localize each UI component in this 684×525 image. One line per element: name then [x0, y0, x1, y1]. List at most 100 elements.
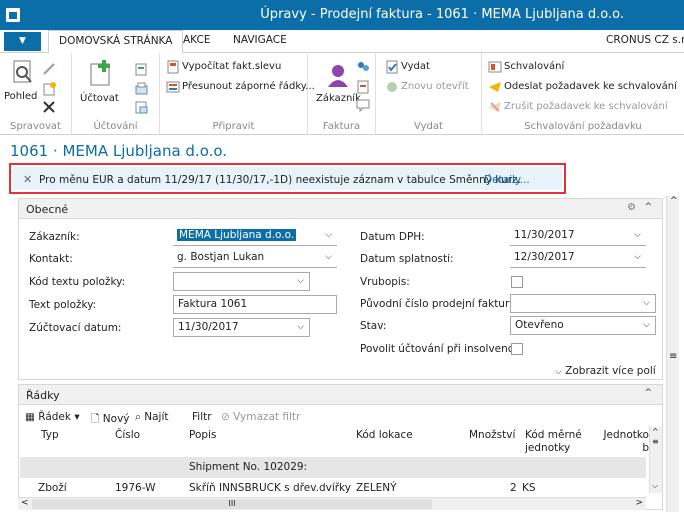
datum-dph-value: 11/30/2017	[514, 229, 575, 241]
kod-textu-label: Kód textu položky:	[29, 276, 126, 288]
contacts-icon[interactable]	[356, 60, 370, 74]
chevron-down-icon[interactable]: ⌵	[325, 252, 332, 262]
column-typ[interactable]: Typ	[41, 429, 59, 441]
table-row[interactable]: Shipment No. 102029:	[20, 457, 646, 478]
uctovat-button[interactable]: Účtovat	[80, 93, 119, 104]
page-vertical-scrollbar[interactable]: ^ ≡	[666, 196, 679, 512]
zakaznik-label: Zákazník:	[29, 231, 80, 243]
scroll-up-icon[interactable]: ^	[670, 196, 678, 206]
details-link[interactable]: Detaily...	[484, 174, 530, 186]
settings-icon[interactable]: ⚙	[627, 202, 636, 213]
tab-domovska-stranka[interactable]: DOMOVSKÁ STRÁNKA	[48, 30, 184, 54]
stav-value: Otevřeno	[515, 319, 564, 331]
row-mj: KS	[522, 482, 536, 494]
app-icon	[6, 8, 20, 22]
chevron-down-icon[interactable]: ⌵	[325, 230, 332, 240]
kontakt-value: g. Bostjan Lukan	[177, 251, 265, 263]
zuctovaci-datum-value: 11/30/2017	[178, 321, 239, 333]
row-kod-lokace: ZELENÝ	[356, 482, 397, 494]
datum-dph-field[interactable]: 11/30/2017 ⌵	[510, 227, 646, 246]
filtr-button[interactable]: Filtr	[192, 411, 212, 423]
kontakt-field[interactable]: g. Bostjan Lukan ⌵	[173, 249, 337, 268]
move-lines-icon	[166, 81, 180, 93]
scroll-up-icon[interactable]: ^	[652, 427, 659, 436]
puvodni-cislo-field[interactable]: ⌵	[510, 294, 656, 313]
kod-textu-field[interactable]: ⌵	[173, 272, 310, 291]
post-print-icon[interactable]	[134, 82, 148, 96]
insolvence-label: Povolit účtování při insolvenci:	[360, 343, 521, 355]
scroll-down-icon[interactable]: ⌵	[652, 481, 658, 491]
post-icon	[90, 60, 110, 86]
chevron-down-icon[interactable]: ⌵	[634, 230, 641, 240]
post-batch-icon[interactable]	[134, 62, 148, 76]
column-mnozstvi[interactable]: Množství	[469, 429, 515, 441]
radek-label: Řádek	[38, 411, 71, 423]
tab-navigace[interactable]: NAVIGACE	[233, 34, 287, 46]
group-label-faktura: Faktura	[322, 121, 361, 132]
vymazat-filtr-label: Vymazat filtr	[233, 411, 301, 423]
ribbon: Pohled Spravovat Účtovat Účtování Vypočí…	[0, 53, 684, 135]
zakaznik-field[interactable]: MEMA Ljubljana d.o.o. ⌵	[173, 227, 337, 246]
chevron-down-icon[interactable]: ⌵	[643, 298, 650, 308]
odeslat-pozadavek-button[interactable]: Odeslat požadavek ke schvalování	[504, 81, 677, 92]
lines-panel: Řádky ^ ▦ Řádek ▾ 🗋 Nový ⌕ Najít Filtr ⊘…	[18, 384, 663, 510]
group-label-uctovani: Účtování	[93, 121, 138, 132]
radek-menu[interactable]: ▦ Řádek ▾	[25, 411, 80, 423]
scroll-right-icon[interactable]: >	[635, 498, 643, 508]
scroll-left-icon[interactable]: <	[21, 498, 29, 508]
page-title: 1061 · MEMA Ljubljana d.o.o.	[10, 142, 228, 160]
datum-splatnosti-field[interactable]: 12/30/2017 ⌵	[510, 249, 646, 268]
zakaznik-button[interactable]: Zákazník	[316, 93, 361, 104]
column-kod-lokace[interactable]: Kód lokace	[356, 429, 413, 441]
najit-button[interactable]: ⌕ Najít	[135, 411, 168, 424]
chevron-down-icon: ⌵	[555, 367, 562, 377]
lines-panel-header[interactable]: Řádky ^	[19, 385, 662, 405]
insolvence-checkbox[interactable]	[511, 343, 523, 355]
vrubopis-checkbox[interactable]	[511, 276, 523, 288]
stav-field[interactable]: Otevřeno ⌵	[510, 316, 656, 335]
chevron-down-icon[interactable]: ⌵	[643, 320, 650, 330]
novy-button[interactable]: 🗋 Nový	[91, 411, 130, 429]
zrusit-pozadavek-button[interactable]: Zrušit požadavek ke schvalování	[504, 101, 668, 112]
vrubopis-label: Vrubopis:	[360, 276, 410, 288]
preview-posting-icon[interactable]	[134, 100, 148, 114]
tab-akce[interactable]: AKCE	[183, 34, 210, 46]
collapse-icon[interactable]: ^	[644, 388, 652, 398]
chevron-down-icon[interactable]: ⌵	[634, 252, 641, 262]
znovu-otevrit-button[interactable]: Znovu otevřít	[401, 81, 469, 92]
scroll-grip-icon[interactable]: ≡	[669, 351, 677, 362]
collapse-icon[interactable]: ^	[644, 202, 652, 212]
delete-icon[interactable]	[42, 100, 56, 114]
column-popis[interactable]: Popis	[189, 429, 216, 441]
row-popis: Skříň INNSBRUCK s dřev.dvířky	[189, 482, 351, 494]
table-row[interactable]: Zboží 1976-W Skříň INNSBRUCK s dřev.dvíř…	[20, 479, 646, 498]
scroll-grip-icon[interactable]: ≡	[652, 437, 659, 446]
column-kod-merne-jednotky[interactable]: Kód měrné jednotky	[525, 429, 585, 455]
vydat-button[interactable]: Vydat	[401, 61, 430, 72]
novy-label: Nový	[102, 413, 130, 425]
close-icon[interactable]: ✕	[23, 173, 32, 186]
text-polozky-label: Text položky:	[29, 299, 97, 311]
vypocitat-button[interactable]: Vypočítat fakt.slevu	[182, 61, 281, 72]
pohled-button[interactable]: Pohled	[4, 91, 37, 102]
zuctovaci-datum-field[interactable]: 11/30/2017 ⌵	[173, 318, 310, 337]
vymazat-filtr-button[interactable]: ⊘ Vymazat filtr	[221, 411, 300, 423]
chevron-down-icon[interactable]: ⌵	[297, 276, 304, 286]
lines-horizontal-scrollbar[interactable]: < III >	[18, 497, 646, 510]
lines-vertical-scrollbar[interactable]: ^ ≡ ⌵	[649, 427, 662, 493]
show-more-fields-link[interactable]: ⌵ Zobrazit více polí	[555, 365, 656, 377]
presunout-button[interactable]: Přesunout záporné řádky...	[182, 81, 315, 92]
edit-icon[interactable]	[42, 62, 56, 76]
scroll-thumb[interactable]: III	[32, 499, 432, 509]
column-jednotkova-cena[interactable]: Jednotko b	[599, 429, 649, 455]
schvalovani-button[interactable]: Schvalování	[504, 61, 564, 72]
group-faktura: Zákazník Faktura	[308, 53, 376, 135]
app-menu-button[interactable]: ▼	[4, 32, 41, 51]
general-panel-header[interactable]: Obecné ⚙ ^	[19, 199, 662, 219]
chevron-down-icon[interactable]: ⌵	[297, 322, 304, 332]
column-cislo[interactable]: Číslo	[115, 429, 140, 441]
document-icon[interactable]	[356, 80, 370, 94]
new-icon[interactable]	[42, 82, 56, 96]
comments-icon[interactable]	[356, 98, 370, 112]
text-polozky-field[interactable]: Faktura 1061	[173, 295, 337, 314]
